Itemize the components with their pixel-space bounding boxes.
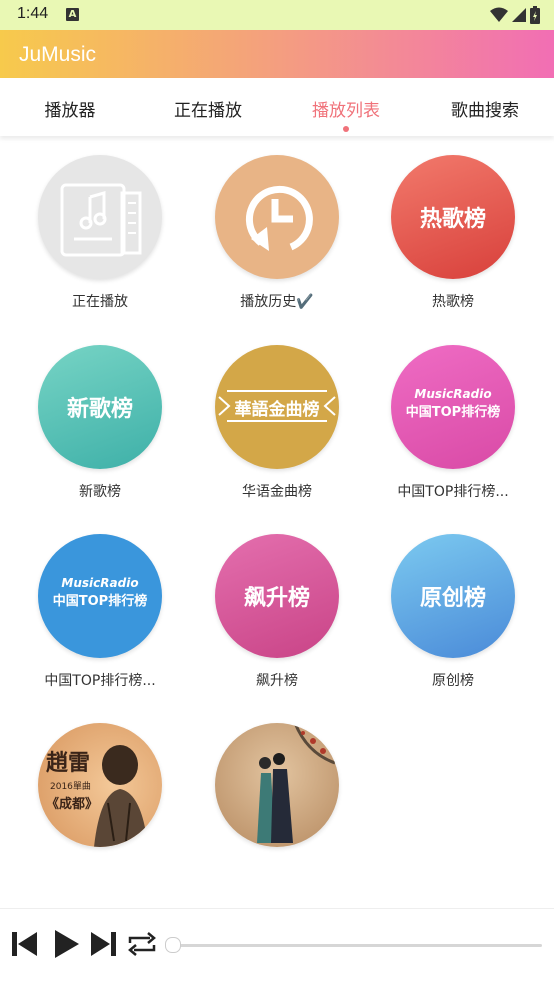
app-title: JuMusic bbox=[19, 43, 97, 66]
wifi-icon bbox=[490, 7, 508, 22]
cover-logo-line1: MusicRadio bbox=[414, 387, 492, 401]
cover-logo-line2: 中国TOP排行榜 bbox=[52, 594, 148, 609]
playlist-label: 飙升榜 bbox=[256, 673, 298, 689]
skip-previous-icon[interactable] bbox=[12, 929, 38, 959]
playlist-cover: 飙升榜 bbox=[215, 534, 339, 658]
tab-song-search[interactable]: 歌曲搜索 bbox=[415, 96, 554, 121]
seek-bar[interactable] bbox=[172, 944, 542, 947]
playlist-label: 播放历史✔️ bbox=[240, 294, 314, 310]
cover-text: 飙升榜 bbox=[243, 586, 310, 611]
playlist-label: 中国TOP排行榜... bbox=[397, 484, 509, 500]
playlist-cover bbox=[215, 155, 339, 279]
play-icon[interactable] bbox=[54, 929, 80, 959]
signal-icon bbox=[512, 8, 526, 22]
playlist-label: 新歌榜 bbox=[79, 484, 121, 500]
app-bar: JuMusic bbox=[0, 30, 554, 78]
playlist-item-now-playing[interactable]: 正在播放 bbox=[15, 155, 185, 325]
status-bar: 1:44 A bbox=[0, 0, 554, 30]
player-bar bbox=[0, 908, 554, 985]
cover-logo: MusicRadio 中国TOP排行榜 bbox=[391, 387, 515, 420]
battery-icon bbox=[530, 6, 540, 24]
playlist-cover: 原创榜 bbox=[391, 534, 515, 658]
playlist-item-zhao-lei[interactable]: 趙雷 2016單曲 《成都》 bbox=[15, 723, 185, 893]
repeat-icon[interactable] bbox=[126, 929, 158, 959]
history-clock-icon bbox=[245, 185, 313, 251]
painting-figures-icon bbox=[257, 723, 336, 843]
tab-bar: 播放器 正在播放 播放列表 歌曲搜索 bbox=[0, 78, 554, 136]
tab-player[interactable]: 播放器 bbox=[0, 96, 140, 121]
playlist-label: 中国TOP排行榜... bbox=[44, 673, 156, 689]
playlist-item-china-top-1[interactable]: MusicRadio 中国TOP排行榜 中国TOP排行榜... bbox=[368, 345, 538, 515]
playlist-label: 正在播放 bbox=[72, 294, 128, 310]
cover-song-title: 《成都》 bbox=[46, 797, 99, 812]
playlist-item-chinese-gold[interactable]: 華語金曲榜 华语金曲榜 bbox=[192, 345, 362, 515]
playlist-item-hot-songs[interactable]: 热歌榜 热歌榜 bbox=[368, 155, 538, 325]
playlist-cover: 新歌榜 bbox=[38, 345, 162, 469]
playlist-cover: 華語金曲榜 bbox=[215, 345, 339, 469]
skip-next-icon[interactable] bbox=[90, 929, 116, 959]
playlist-label: 热歌榜 bbox=[432, 294, 474, 310]
status-icons bbox=[490, 6, 540, 24]
status-time: 1:44 bbox=[17, 5, 49, 22]
playlist-cover bbox=[215, 723, 339, 847]
seek-thumb[interactable] bbox=[165, 937, 181, 953]
document-music-icon bbox=[60, 183, 142, 257]
playlist-cover: MusicRadio 中国TOP排行榜 bbox=[38, 534, 162, 658]
cover-text: 華語金曲榜 bbox=[234, 399, 320, 420]
playlist-item-history[interactable]: 播放历史✔️ bbox=[192, 155, 362, 325]
playlist-item-original[interactable]: 原创榜 原创榜 bbox=[368, 534, 538, 704]
cover-artist-name: 趙雷 bbox=[46, 750, 91, 776]
playlist-cover: 趙雷 2016單曲 《成都》 bbox=[38, 723, 162, 847]
notification-a-icon: A bbox=[66, 8, 79, 21]
playlist-cover: 热歌榜 bbox=[391, 155, 515, 279]
cover-subtitle: 2016單曲 bbox=[50, 782, 91, 792]
playlist-label: 华语金曲榜 bbox=[242, 484, 312, 500]
cover-logo: MusicRadio 中国TOP排行榜 bbox=[38, 576, 162, 609]
cover-logo-line2: 中国TOP排行榜 bbox=[405, 405, 501, 420]
cover-text: 热歌榜 bbox=[419, 207, 486, 232]
cover-text: 原创榜 bbox=[419, 586, 486, 611]
playlist-label: 原创榜 bbox=[432, 673, 474, 689]
tab-now-playing[interactable]: 正在播放 bbox=[138, 96, 278, 121]
playlist-cover bbox=[38, 155, 162, 279]
playlist-item-new-songs[interactable]: 新歌榜 新歌榜 bbox=[15, 345, 185, 515]
cover-text: 新歌榜 bbox=[66, 397, 133, 422]
playlist-item-painting[interactable] bbox=[192, 723, 362, 893]
active-tab-indicator bbox=[343, 126, 349, 132]
cover-logo-line1: MusicRadio bbox=[61, 576, 139, 590]
playlist-item-china-top-2[interactable]: MusicRadio 中国TOP排行榜 中国TOP排行榜... bbox=[15, 534, 185, 704]
playlist-cover: MusicRadio 中国TOP排行榜 bbox=[391, 345, 515, 469]
tab-playlist[interactable]: 播放列表 bbox=[276, 96, 416, 121]
playlist-item-soaring[interactable]: 飙升榜 飙升榜 bbox=[192, 534, 362, 704]
